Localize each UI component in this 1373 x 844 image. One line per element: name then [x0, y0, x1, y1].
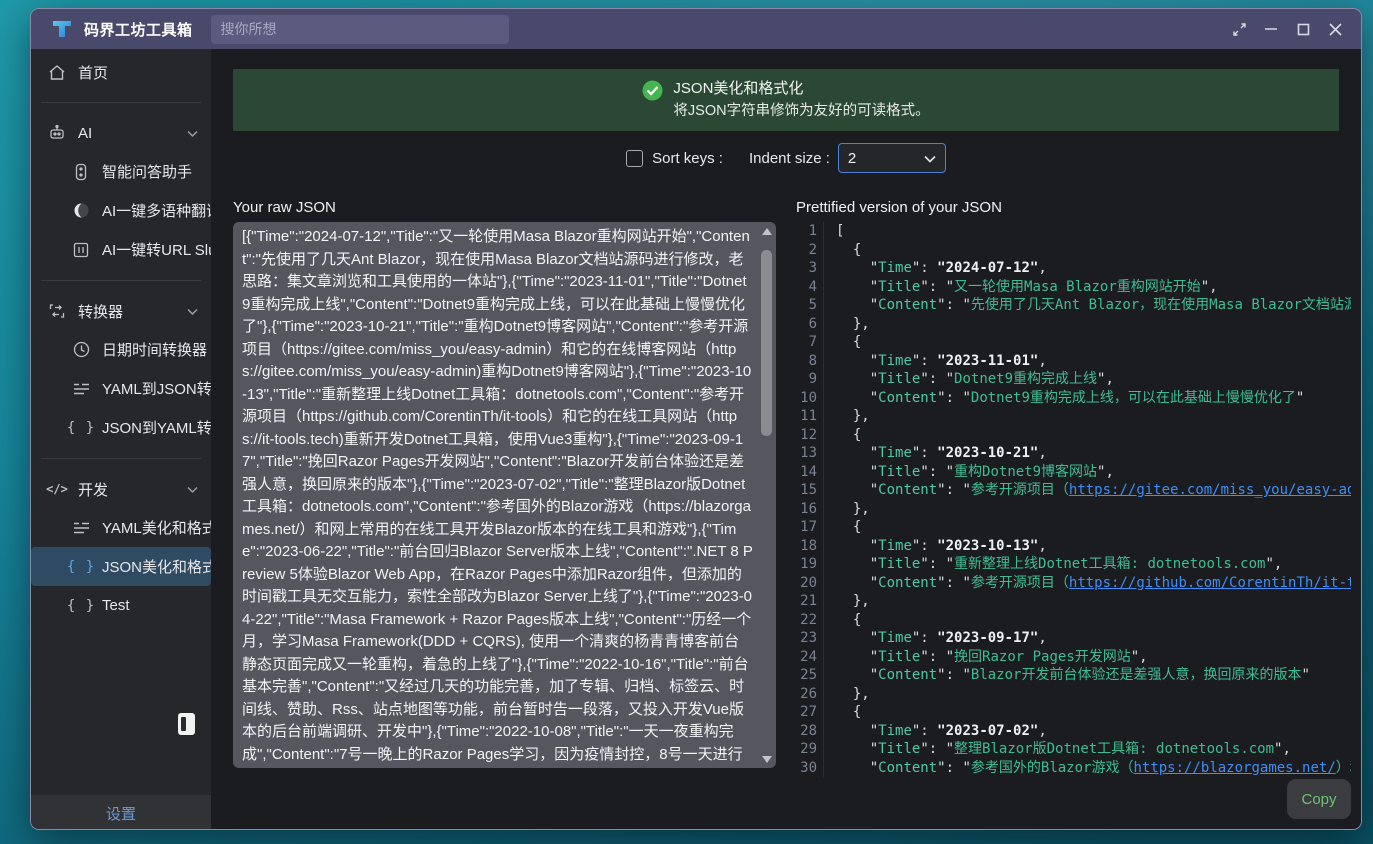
code-line: 22 {	[796, 611, 1351, 630]
list-icon	[71, 521, 91, 535]
code-icon: </>	[47, 482, 67, 496]
braces-icon: { }	[71, 598, 91, 614]
app-window: 码界工坊工具箱 首页	[30, 8, 1362, 830]
raw-json-label: Your raw JSON	[233, 199, 776, 216]
options-row: Sort keys : Indent size : 2	[211, 143, 1361, 173]
sidebar-group-converters[interactable]: 转换器	[31, 292, 211, 330]
slug-icon	[71, 242, 91, 258]
code-line: 19 "Title": "重新整理上线Dotnet工具箱: dotnetools…	[796, 555, 1351, 574]
code-line: 3 "Time": "2024-07-12",	[796, 259, 1351, 278]
scrollbar[interactable]	[759, 224, 774, 766]
code-line: 12 {	[796, 426, 1351, 445]
scroll-down-icon[interactable]	[759, 752, 774, 766]
sidebar-item-qa-assistant[interactable]: 智能问答助手	[31, 152, 211, 191]
code-line: 21 },	[796, 592, 1351, 611]
clock-icon	[71, 341, 91, 358]
tool-title: JSON美化和格式化	[673, 78, 929, 99]
scrollbar-thumb[interactable]	[761, 250, 772, 436]
sidebar-item-json-prettify[interactable]: { } JSON美化和格式化	[31, 547, 211, 586]
code-line: 2 {	[796, 241, 1351, 260]
pretty-json-label: Prettified version of your JSON	[796, 199, 1351, 216]
code-line: 16 },	[796, 500, 1351, 519]
moon-icon	[71, 202, 91, 219]
code-line: 15 "Content": "参考开源项目（https://gitee.com/…	[796, 481, 1351, 500]
code-line: 30 "Content": "参考国外的Blazor游戏（https://bla…	[796, 759, 1351, 778]
robot-icon	[47, 124, 67, 142]
code-line: 11 },	[796, 407, 1351, 426]
sort-keys-label: Sort keys :	[652, 150, 723, 167]
minimize-button[interactable]	[1255, 15, 1287, 43]
code-line: 27 {	[796, 703, 1351, 722]
sidebar-group-dev[interactable]: </> 开发	[31, 470, 211, 508]
divider	[41, 280, 201, 281]
code-line: 5 "Content": "先使用了几天Ant Blazor，现在使用Masa …	[796, 296, 1351, 315]
code-line: 7 {	[796, 333, 1351, 352]
search-box[interactable]	[211, 15, 509, 44]
indent-size-select[interactable]: 2	[838, 143, 946, 173]
chevron-down-icon	[924, 150, 936, 167]
converter-icon	[47, 303, 67, 319]
list-icon	[71, 382, 91, 396]
scroll-up-icon[interactable]	[759, 224, 774, 238]
indent-size-label: Indent size :	[749, 150, 830, 167]
code-line: 17 {	[796, 518, 1351, 537]
sidebar-group-ai[interactable]: AI	[31, 114, 211, 152]
app-logo-icon	[49, 16, 75, 42]
sidebar-item-ai-translate[interactable]: AI一键多语种翻译	[31, 191, 211, 230]
sidebar-item-url-slug[interactable]: AI一键转URL Slug	[31, 230, 211, 269]
code-line: 14 "Title": "重构Dotnet9博客网站",	[796, 463, 1351, 482]
code-line: 25 "Content": "Blazor开发前台体验还是差强人意，换回原来的版…	[796, 666, 1351, 685]
sidebar: 首页 AI 智能问答助手	[31, 49, 211, 830]
sidebar-item-datetime-converter[interactable]: 日期时间转换器	[31, 330, 211, 369]
success-check-icon	[642, 80, 663, 122]
raw-json-editor[interactable]: [{"Time":"2024-07-12","Title":"又一轮使用Masa…	[233, 222, 776, 768]
code-line: 13 "Time": "2023-10-21",	[796, 444, 1351, 463]
braces-icon: { }	[71, 420, 91, 436]
sidebar-item-home[interactable]: 首页	[31, 53, 211, 91]
chevron-down-icon	[187, 481, 198, 498]
raw-json-text[interactable]: [{"Time":"2024-07-12","Title":"又一轮使用Masa…	[242, 226, 754, 764]
code-line: 20 "Content": "参考开源项目（https://github.com…	[796, 574, 1351, 593]
tool-subtitle: 将JSON字符串修饰为友好的可读格式。	[673, 101, 929, 122]
code-line: 28 "Time": "2023-07-02",	[796, 722, 1351, 741]
code-line: 23 "Time": "2023-09-17",	[796, 629, 1351, 648]
copy-button[interactable]: Copy	[1287, 779, 1351, 819]
code-line: 4 "Title": "又一轮使用Masa Blazor重构网站开始",	[796, 278, 1351, 297]
sidebar-item-test[interactable]: { } Test	[31, 586, 211, 625]
code-line: 1[	[796, 222, 1351, 241]
chevron-down-icon	[187, 125, 198, 142]
code-line: 10 "Content": "Dotnet9重构完成上线，可以在此基础上慢慢优化…	[796, 389, 1351, 408]
sort-keys-checkbox[interactable]	[626, 150, 643, 167]
code-line: 6 },	[796, 315, 1351, 334]
braces-icon: { }	[71, 559, 91, 575]
tool-banner: JSON美化和格式化 将JSON字符串修饰为友好的可读格式。	[233, 69, 1339, 131]
close-button[interactable]	[1319, 15, 1351, 43]
code-line: 18 "Time": "2023-10-13",	[796, 537, 1351, 556]
sidebar-item-yaml-to-json[interactable]: YAML到JSON转换	[31, 369, 211, 408]
divider	[41, 102, 201, 103]
search-input[interactable]	[221, 21, 499, 37]
maximize-button[interactable]	[1287, 15, 1319, 43]
code-line: 24 "Title": "挽回Razor Pages开发网站",	[796, 648, 1351, 667]
main-content: JSON美化和格式化 将JSON字符串修饰为友好的可读格式。 Sort keys…	[211, 49, 1361, 830]
sidebar-item-json-to-yaml[interactable]: { } JSON到YAML转换	[31, 408, 211, 447]
code-line: 8 "Time": "2023-11-01",	[796, 352, 1351, 371]
sidebar-footer: 设置	[31, 795, 211, 830]
sidebar-collapse-icon[interactable]	[178, 713, 195, 735]
settings-link[interactable]: 设置	[106, 803, 136, 824]
code-lines: 1[2 {3 "Time": "2024-07-12",4 "Title": "…	[796, 222, 1351, 777]
divider	[41, 458, 201, 459]
code-line: 29 "Title": "整理Blazor版Dotnet工具箱: dotneto…	[796, 740, 1351, 759]
assistant-icon	[71, 163, 91, 181]
titlebar: 码界工坊工具箱	[31, 9, 1361, 49]
sidebar-item-yaml-prettify[interactable]: YAML美化和格式化	[31, 508, 211, 547]
code-line: 9 "Title": "Dotnet9重构完成上线",	[796, 370, 1351, 389]
code-line: 26 },	[796, 685, 1351, 704]
expand-icon[interactable]	[1223, 15, 1255, 43]
home-icon	[47, 64, 67, 81]
app-title: 码界工坊工具箱	[84, 19, 193, 40]
pretty-json-view[interactable]: 1[2 {3 "Time": "2024-07-12",4 "Title": "…	[796, 222, 1351, 778]
chevron-down-icon	[187, 303, 198, 320]
